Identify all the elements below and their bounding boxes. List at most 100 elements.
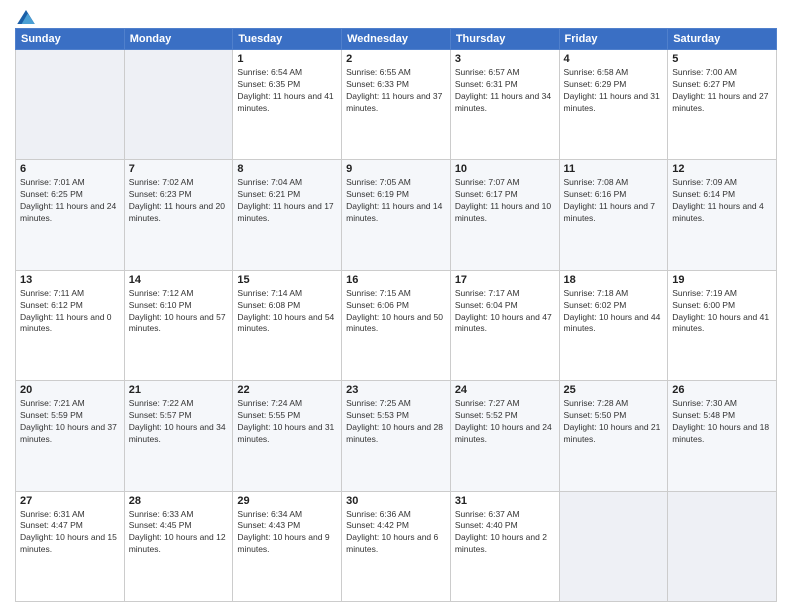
day-number: 24 [455,384,555,396]
day-number: 17 [455,274,555,286]
day-info: Sunrise: 7:02 AMSunset: 6:23 PMDaylight:… [129,177,229,225]
day-info: Sunrise: 7:12 AMSunset: 6:10 PMDaylight:… [129,288,229,336]
day-number: 31 [455,495,555,507]
logo [15,10,35,20]
day-number: 19 [672,274,772,286]
day-number: 16 [346,274,446,286]
calendar-cell: 10Sunrise: 7:07 AMSunset: 6:17 PMDayligh… [450,160,559,270]
weekday-header: Saturday [668,29,777,50]
day-number: 3 [455,53,555,65]
day-number: 23 [346,384,446,396]
day-info: Sunrise: 7:22 AMSunset: 5:57 PMDaylight:… [129,398,229,446]
calendar-cell: 19 Sunrise: 7:19 AMSunset: 6:00 PMDayligh… [668,270,777,380]
calendar-cell: 21 Sunrise: 7:22 AMSunset: 5:57 PMDayligh… [124,381,233,491]
weekday-header: Wednesday [342,29,451,50]
day-info: Sunrise: 7:07 AMSunset: 6:17 PMDaylight:… [455,177,555,225]
day-info: Sunrise: 6:55 AMSunset: 6:33 PMDaylight:… [346,67,446,115]
day-number: 11 [564,163,664,175]
day-info: Sunrise: 7:25 AMSunset: 5:53 PMDaylight:… [346,398,446,446]
calendar-cell: 7 Sunrise: 7:02 AMSunset: 6:23 PMDaylight… [124,160,233,270]
weekday-header: Thursday [450,29,559,50]
day-number: 21 [129,384,229,396]
day-info: Sunrise: 7:17 AMSunset: 6:04 PMDaylight:… [455,288,555,336]
day-info: Sunrise: 7:24 AMSunset: 5:55 PMDaylight:… [237,398,337,446]
calendar-cell: 15 Sunrise: 7:14 AMSunset: 6:08 PMDayligh… [233,270,342,380]
calendar-cell: 1 Sunrise: 6:54 AMSunset: 6:35 PMDaylight… [233,50,342,160]
day-info: Sunrise: 6:34 AMSunset: 4:43 PMDaylight:… [237,509,337,557]
calendar-week-row: 6 Sunrise: 7:01 AMSunset: 6:25 PMDaylight… [16,160,777,270]
calendar-week-row: 20 Sunrise: 7:21 AMSunset: 5:59 PMDayligh… [16,381,777,491]
calendar-cell: 30 Sunrise: 6:36 AMSunset: 4:42 PMDayligh… [342,491,451,601]
day-info: Sunrise: 7:01 AMSunset: 6:25 PMDaylight:… [20,177,120,225]
day-info: Sunrise: 7:15 AMSunset: 6:06 PMDaylight:… [346,288,446,336]
day-number: 8 [237,163,337,175]
logo-icon [17,10,35,24]
day-info: Sunrise: 7:28 AMSunset: 5:50 PMDaylight:… [564,398,664,446]
day-info: Sunrise: 7:14 AMSunset: 6:08 PMDaylight:… [237,288,337,336]
calendar-cell: 23 Sunrise: 7:25 AMSunset: 5:53 PMDayligh… [342,381,451,491]
calendar-cell: 5 Sunrise: 7:00 AMSunset: 6:27 PMDaylight… [668,50,777,160]
calendar-cell [124,50,233,160]
day-number: 4 [564,53,664,65]
calendar-cell: 27 Sunrise: 6:31 AMSunset: 4:47 PMDayligh… [16,491,125,601]
calendar-cell: 16 Sunrise: 7:15 AMSunset: 6:06 PMDayligh… [342,270,451,380]
calendar-cell: 31 Sunrise: 6:37 AMSunset: 4:40 PMDayligh… [450,491,559,601]
day-number: 7 [129,163,229,175]
day-number: 6 [20,163,120,175]
calendar-cell: 8 Sunrise: 7:04 AMSunset: 6:21 PMDaylight… [233,160,342,270]
calendar-cell [668,491,777,601]
day-info: Sunrise: 7:19 AMSunset: 6:00 PMDaylight:… [672,288,772,336]
day-number: 5 [672,53,772,65]
calendar-cell: 2 Sunrise: 6:55 AMSunset: 6:33 PMDaylight… [342,50,451,160]
calendar-week-row: 27 Sunrise: 6:31 AMSunset: 4:47 PMDayligh… [16,491,777,601]
day-number: 20 [20,384,120,396]
calendar-cell: 12 Sunrise: 7:09 AMSunset: 6:14 PMDayligh… [668,160,777,270]
day-info: Sunrise: 7:18 AMSunset: 6:02 PMDaylight:… [564,288,664,336]
calendar-cell [559,491,668,601]
day-number: 2 [346,53,446,65]
day-number: 28 [129,495,229,507]
day-info: Sunrise: 7:04 AMSunset: 6:21 PMDaylight:… [237,177,337,225]
day-number: 14 [129,274,229,286]
calendar-week-row: 1 Sunrise: 6:54 AMSunset: 6:35 PMDaylight… [16,50,777,160]
page: SundayMondayTuesdayWednesdayThursdayFrid… [0,0,792,612]
day-number: 27 [20,495,120,507]
calendar-cell: 4 Sunrise: 6:58 AMSunset: 6:29 PMDaylight… [559,50,668,160]
day-info: Sunrise: 7:21 AMSunset: 5:59 PMDaylight:… [20,398,120,446]
day-number: 18 [564,274,664,286]
day-info: Sunrise: 6:54 AMSunset: 6:35 PMDaylight:… [237,67,337,115]
day-number: 13 [20,274,120,286]
day-number: 12 [672,163,772,175]
calendar-cell: 26Sunrise: 7:30 AMSunset: 5:48 PMDayligh… [668,381,777,491]
day-info: Sunrise: 6:37 AMSunset: 4:40 PMDaylight:… [455,509,555,557]
day-number: 1 [237,53,337,65]
day-number: 30 [346,495,446,507]
day-number: 29 [237,495,337,507]
calendar-cell: 17 Sunrise: 7:17 AMSunset: 6:04 PMDayligh… [450,270,559,380]
day-number: 15 [237,274,337,286]
day-info: Sunrise: 7:27 AMSunset: 5:52 PMDaylight:… [455,398,555,446]
day-info: Sunrise: 6:36 AMSunset: 4:42 PMDaylight:… [346,509,446,557]
calendar-cell: 3 Sunrise: 6:57 AMSunset: 6:31 PMDaylight… [450,50,559,160]
calendar-cell: 22 Sunrise: 7:24 AMSunset: 5:55 PMDayligh… [233,381,342,491]
calendar-cell: 20 Sunrise: 7:21 AMSunset: 5:59 PMDayligh… [16,381,125,491]
calendar-cell: 11Sunrise: 7:08 AMSunset: 6:16 PMDayligh… [559,160,668,270]
calendar-cell: 18 Sunrise: 7:18 AMSunset: 6:02 PMDayligh… [559,270,668,380]
weekday-header: Friday [559,29,668,50]
weekday-header: Tuesday [233,29,342,50]
calendar-week-row: 13Sunrise: 7:11 AMSunset: 6:12 PMDayligh… [16,270,777,380]
day-info: Sunrise: 6:58 AMSunset: 6:29 PMDaylight:… [564,67,664,115]
day-info: Sunrise: 7:09 AMSunset: 6:14 PMDaylight:… [672,177,772,225]
calendar-table: SundayMondayTuesdayWednesdayThursdayFrid… [15,28,777,602]
day-number: 26 [672,384,772,396]
day-number: 22 [237,384,337,396]
day-info: Sunrise: 7:00 AMSunset: 6:27 PMDaylight:… [672,67,772,115]
day-info: Sunrise: 6:57 AMSunset: 6:31 PMDaylight:… [455,67,555,115]
day-info: Sunrise: 6:31 AMSunset: 4:47 PMDaylight:… [20,509,120,557]
header [15,10,777,20]
calendar-cell: 28Sunrise: 6:33 AMSunset: 4:45 PMDayligh… [124,491,233,601]
weekday-header: Sunday [16,29,125,50]
calendar-cell: 13Sunrise: 7:11 AMSunset: 6:12 PMDayligh… [16,270,125,380]
day-info: Sunrise: 7:05 AMSunset: 6:19 PMDaylight:… [346,177,446,225]
day-number: 25 [564,384,664,396]
